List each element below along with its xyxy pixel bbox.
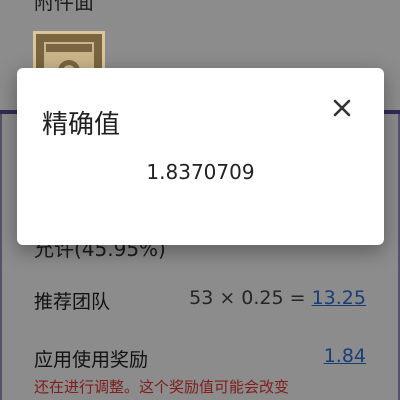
logo-bar bbox=[46, 44, 92, 52]
exact-value-dialog: 精确值 1.8370709 bbox=[17, 68, 384, 245]
dialog-title: 精确值 bbox=[42, 110, 121, 140]
close-icon-glyph bbox=[333, 99, 351, 117]
exact-value-text: 1.8370709 bbox=[146, 160, 255, 184]
close-icon[interactable] bbox=[328, 94, 356, 122]
